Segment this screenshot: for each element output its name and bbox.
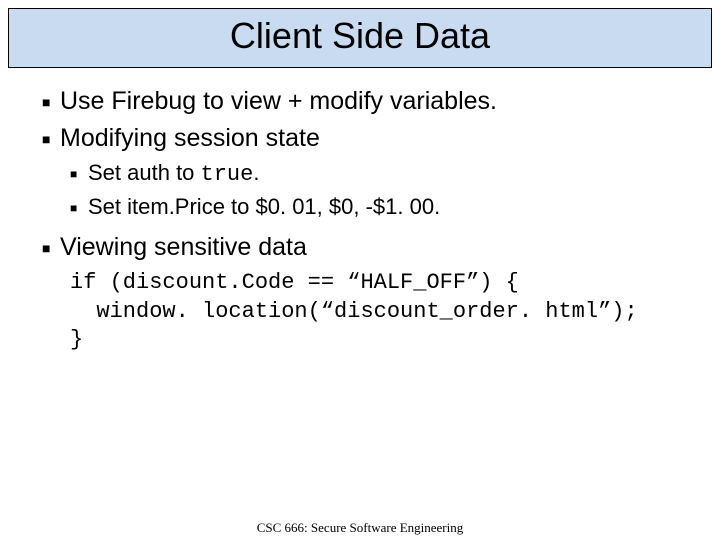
bullet-text: Modifying session state: [60, 124, 320, 152]
code-block: if (discount.Code == “HALF_OFF”) { windo…: [70, 269, 678, 355]
bullet-text: Viewing sensitive data: [60, 233, 307, 261]
slide: Client Side Data ■Use Firebug to view + …: [0, 8, 720, 548]
square-bullet-icon: ■: [42, 94, 60, 112]
square-bullet-icon: ■: [70, 167, 88, 183]
list-item: ■Modifying session state ■Set auth to tr…: [42, 123, 678, 221]
slide-content: ■Use Firebug to view + modify variables.…: [0, 68, 720, 355]
bullet-list: ■Use Firebug to view + modify variables.…: [42, 86, 678, 355]
square-bullet-icon: ■: [70, 201, 88, 217]
title-band: Client Side Data: [8, 8, 712, 68]
square-bullet-icon: ■: [42, 131, 60, 149]
slide-title: Client Side Data: [9, 15, 711, 57]
bullet-text: Set item.Price to $0. 01, $0, -$1. 00.: [88, 194, 440, 219]
slide-footer: CSC 666: Secure Software Engineering: [0, 520, 720, 536]
list-item: ■Use Firebug to view + modify variables.: [42, 86, 678, 117]
list-item: ■Set item.Price to $0. 01, $0, -$1. 00.: [70, 193, 678, 222]
bullet-text: Use Firebug to view + modify variables.: [60, 87, 497, 115]
list-item: ■Viewing sensitive data if (discount.Cod…: [42, 232, 678, 355]
code-inline: true: [201, 162, 254, 187]
list-item: ■Set auth to true.: [70, 159, 678, 190]
square-bullet-icon: ■: [42, 240, 60, 258]
sub-bullet-list: ■Set auth to true. ■Set item.Price to $0…: [70, 159, 678, 222]
code-line: if (discount.Code == “HALF_OFF”) {: [70, 270, 519, 295]
bullet-text: Set auth to: [88, 160, 201, 185]
code-line: }: [70, 327, 83, 352]
bullet-text: .: [253, 160, 259, 185]
code-line: window. location(“discount_order. html”)…: [70, 299, 638, 324]
